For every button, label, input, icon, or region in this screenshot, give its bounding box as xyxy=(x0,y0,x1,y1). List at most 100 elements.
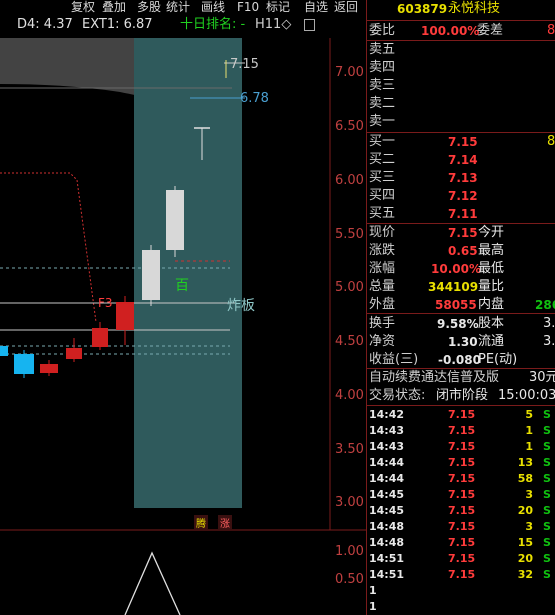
stock-code: 603879 xyxy=(397,2,448,16)
weicha-value: 8 xyxy=(547,23,555,38)
tick-time: 14:44 xyxy=(369,456,405,469)
tick-time: 14:43 xyxy=(369,424,405,437)
axis-tick: 5.50 xyxy=(335,227,364,242)
ask-row-3[interactable]: 卖三 xyxy=(367,77,555,95)
axis-tick: 4.00 xyxy=(335,388,364,403)
fund-row-eps: 收益(三) -0.080 PE(动) xyxy=(369,352,518,367)
tick-time: 14:42 xyxy=(369,408,405,421)
marker-teng: 腾 xyxy=(194,515,208,530)
candle xyxy=(0,346,8,356)
tick-time: 14:48 xyxy=(369,536,405,549)
axis-tick: 4.50 xyxy=(335,334,364,349)
tick-time: 14:43 xyxy=(369,440,405,453)
bid-row-1[interactable]: 买一 7.15 8 xyxy=(367,133,555,151)
promo-banner[interactable]: 自动续费通达信普及版 30元 xyxy=(367,369,555,387)
total-volume: 344109 xyxy=(428,280,479,294)
tick-vol: 13 xyxy=(517,456,533,469)
tick-vol: 20 xyxy=(517,552,533,565)
tick-vol: 15 xyxy=(517,536,533,549)
quote-panel: 603879 永悦科技 委比 100.00% 委差 8 卖五 卖四 卖三 卖二 … xyxy=(366,0,555,615)
tick-price: 7.15 xyxy=(448,536,476,549)
tick-time: 14:45 xyxy=(369,504,405,517)
tick-time: 14:51 xyxy=(369,552,405,565)
current-price: 7.15 xyxy=(448,226,478,240)
tick-side: S xyxy=(543,520,551,533)
ext-price-label: 6.78 xyxy=(240,91,269,106)
tick-row: 14:45 7.15 20 S xyxy=(367,503,555,519)
quote-row-price: 现价 7.15 今开 xyxy=(369,225,505,240)
tick-row: 14:42 7.15 5 S xyxy=(367,407,555,423)
stock-name: 永悦科技 xyxy=(448,1,501,16)
quote-row-outer: 外盘 58055 内盘 286 xyxy=(367,296,555,314)
tick-side: S xyxy=(543,424,551,437)
ask-row-4[interactable]: 卖四 xyxy=(367,59,555,77)
tick-row: 14:44 7.15 13 S xyxy=(367,455,555,471)
tick-row: 14:44 7.15 58 S xyxy=(367,471,555,487)
bid-row-3[interactable]: 买三 7.13 xyxy=(367,169,555,187)
tick-side: S xyxy=(543,552,551,565)
tick-row: 14:48 7.15 15 S xyxy=(367,535,555,551)
tick-price: 7.15 xyxy=(448,440,476,453)
trend-dash-line xyxy=(0,172,97,323)
tick-side: S xyxy=(543,488,551,501)
tick-vol: 58 xyxy=(517,472,533,485)
axis-tick: 6.00 xyxy=(335,173,364,188)
axis-tick: 6.50 xyxy=(335,119,364,134)
weibi-value: 100.00% xyxy=(421,24,480,38)
volume-axis-tick: 1.00 xyxy=(335,544,364,559)
trade-status-row: 交易状态: 闭市阶段 15:00:03 xyxy=(369,388,555,403)
tick-vol: 3 xyxy=(525,520,533,533)
tick-price: 7.15 xyxy=(448,520,476,533)
tick-side: S xyxy=(543,440,551,453)
tick-price: 7.15 xyxy=(448,472,476,485)
tick-price: 7.15 xyxy=(448,504,476,517)
tick-side: S xyxy=(543,504,551,517)
stock-header[interactable]: 603879 永悦科技 xyxy=(367,0,555,19)
ask-row-5[interactable]: 卖五 xyxy=(367,41,555,59)
fund-row-turnover: 换手 9.58% 股本 3. xyxy=(369,316,555,331)
tick-row: 14:43 7.15 1 S xyxy=(367,423,555,439)
status-time: 15:00:03 xyxy=(498,388,555,403)
tick-time: 14:45 xyxy=(369,488,405,501)
kline-chart[interactable] xyxy=(0,0,366,615)
tail-row: 1 xyxy=(369,600,377,613)
bid-row-4[interactable]: 买四 7.12 xyxy=(367,187,555,205)
quote-row-change: 涨跌 0.65 最高 xyxy=(369,243,505,258)
marker-zhang: 涨 xyxy=(218,515,232,530)
volume-line xyxy=(124,551,181,615)
tick-side: S xyxy=(543,568,551,581)
tick-row: 14:51 7.15 32 S xyxy=(367,567,555,583)
quote-row-pct: 涨幅 10.00% 最低 xyxy=(369,261,505,276)
tick-time: 14:44 xyxy=(369,472,405,485)
bid-row-2[interactable]: 买二 7.14 xyxy=(367,151,555,169)
tick-price: 7.15 xyxy=(448,488,476,501)
tick-vol: 20 xyxy=(517,504,533,517)
tick-time: 14:48 xyxy=(369,520,405,533)
tick-side: S xyxy=(543,408,551,421)
tick-row: 14:45 7.15 3 S xyxy=(367,487,555,503)
blast-label: 炸板 xyxy=(227,298,255,314)
hundred-label: 百 xyxy=(175,278,189,294)
axis-tick: 3.50 xyxy=(335,442,364,457)
ask-row-2[interactable]: 卖二 xyxy=(367,95,555,113)
tick-price: 7.15 xyxy=(448,424,476,437)
weibi-row: 委比 100.00% 委差 8 xyxy=(369,23,555,38)
tick-price: 7.15 xyxy=(448,456,476,469)
f3-label: F3 xyxy=(98,296,113,310)
tail-row: 1 xyxy=(369,584,377,597)
high-price-label: 7.15 xyxy=(230,57,259,72)
price-change: 0.65 xyxy=(448,244,478,258)
bid-row-5[interactable]: 买五 7.11 xyxy=(367,205,555,223)
tick-price: 7.15 xyxy=(448,568,476,581)
quote-row-volume: 总量 344109 量比 xyxy=(369,279,505,294)
tick-side: S xyxy=(543,472,551,485)
tick-vol: 1 xyxy=(525,424,533,437)
tick-row: 14:48 7.15 3 S xyxy=(367,519,555,535)
price-pct: 10.00% xyxy=(431,262,481,276)
volume-axis-tick: 0.50 xyxy=(335,572,364,587)
axis-tick: 3.00 xyxy=(335,495,364,510)
tick-price: 7.15 xyxy=(448,408,476,421)
fund-row-netasset: 净资 1.30 流通 3. xyxy=(369,334,555,349)
ask-row-1[interactable]: 卖一 xyxy=(367,113,555,131)
tick-row: 14:43 7.15 1 S xyxy=(367,439,555,455)
